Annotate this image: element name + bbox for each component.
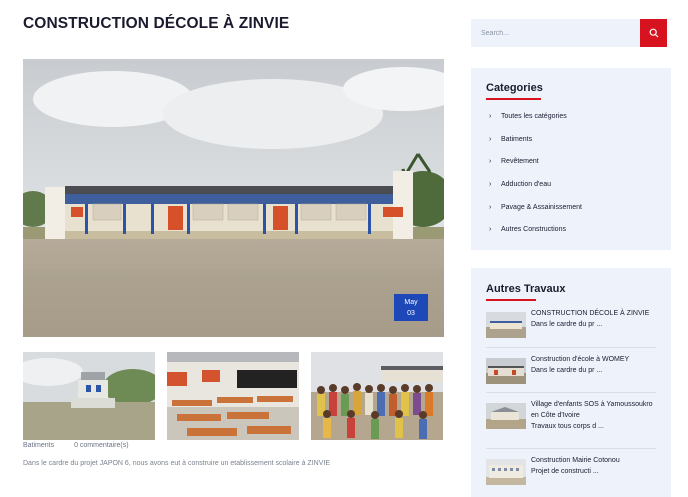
- school-thumb-image: [486, 312, 526, 338]
- other-work-title: CONSTRUCTION DÉCOLE À ZINVIE: [531, 310, 650, 317]
- post-excerpt: Dans le cardre du projet JAPON 6, nous a…: [23, 460, 330, 467]
- other-work-thumb: [486, 358, 526, 384]
- category-label: Autres Constructions: [501, 226, 566, 233]
- category-label: Adduction d'eau: [501, 181, 551, 188]
- other-work-item[interactable]: Construction d'école à WOMEY Dans le car…: [486, 354, 656, 392]
- separator: [486, 392, 656, 393]
- other-work-item[interactable]: Village d'enfants SOS à Yamoussoukro en …: [486, 399, 656, 437]
- chevron-right-icon: ›: [489, 226, 492, 233]
- category-label: Toutes les catégories: [501, 113, 567, 120]
- other-works-underline: [486, 299, 536, 301]
- chevron-right-icon: ›: [489, 181, 492, 188]
- hero-image[interactable]: May 03: [23, 59, 444, 337]
- other-work-snippet: Travaux tous corps d ...: [531, 423, 604, 430]
- date-badge: May 03: [394, 294, 428, 321]
- category-label: Pavage & Assainissement: [501, 204, 582, 211]
- gallery-thumbnails: [23, 352, 444, 440]
- page: CONSTRUCTION DÉCOLE À ZINVIE May 03 Bati…: [0, 0, 688, 497]
- other-work-text: CONSTRUCTION DÉCOLE À ZINVIE Dans le car…: [531, 308, 661, 330]
- separator: [486, 448, 656, 449]
- other-work-thumb: [486, 459, 526, 485]
- category-item-autres[interactable]: › Autres Constructions: [489, 226, 566, 233]
- other-work-item[interactable]: Construction Mairie Cotonou Projet de co…: [486, 455, 656, 493]
- gallery-thumb-2[interactable]: [167, 352, 299, 440]
- search-icon: [649, 28, 658, 38]
- other-work-snippet: Projet de constructi ...: [531, 468, 599, 475]
- other-work-thumb: [486, 312, 526, 338]
- other-work-item[interactable]: CONSTRUCTION DÉCOLE À ZINVIE Dans le car…: [486, 308, 656, 346]
- school-building-photo: [23, 59, 444, 337]
- categories-title: Categories: [486, 82, 543, 94]
- category-item-pavage[interactable]: › Pavage & Assainissement: [489, 204, 582, 211]
- post-meta: Batiments 0 commentaire(s): [23, 442, 147, 449]
- gallery-thumb-3[interactable]: [311, 352, 443, 440]
- categories-underline: [486, 98, 541, 100]
- other-work-snippet: Dans le cardre du pr ...: [531, 367, 603, 374]
- separator: [486, 347, 656, 348]
- chevron-right-icon: ›: [489, 158, 492, 165]
- category-item-revetement[interactable]: › Revêtement: [489, 158, 539, 165]
- chevron-right-icon: ›: [489, 113, 492, 120]
- gallery-thumb-1[interactable]: [23, 352, 155, 440]
- search-input[interactable]: [471, 19, 640, 47]
- town-hall-thumb-image: [486, 459, 526, 485]
- other-works-panel: Autres Travaux CONSTRUCTION DÉCOLE À ZIN…: [471, 268, 671, 497]
- category-item-all[interactable]: › Toutes les catégories: [489, 113, 567, 120]
- categories-panel: Categories › Toutes les catégories › Bat…: [471, 68, 671, 250]
- post-comments-link[interactable]: 0 commentaire(s): [74, 442, 128, 449]
- water-tower-photo: [23, 352, 155, 440]
- category-label: Batiments: [501, 136, 533, 143]
- other-work-title: Village d'enfants SOS à Yamoussoukro en …: [531, 401, 653, 419]
- category-item-adduction[interactable]: › Adduction d'eau: [489, 181, 551, 188]
- category-item-batiments[interactable]: › Batiments: [489, 136, 532, 143]
- other-work-text: Village d'enfants SOS à Yamoussoukro en …: [531, 399, 661, 432]
- other-work-thumb: [486, 403, 526, 429]
- crowd-photo: [311, 352, 443, 440]
- school-thumb-image: [486, 358, 526, 384]
- other-work-text: Construction Mairie Cotonou Projet de co…: [531, 455, 661, 477]
- chevron-right-icon: ›: [489, 136, 492, 143]
- other-work-title: Construction d'école à WOMEY: [531, 356, 630, 363]
- other-work-title: Construction Mairie Cotonou: [531, 457, 620, 464]
- village-thumb-image: [486, 403, 526, 429]
- classroom-photo: [167, 352, 299, 440]
- chevron-right-icon: ›: [489, 204, 492, 211]
- other-work-snippet: Dans le cardre du pr ...: [531, 321, 603, 328]
- search-box: [471, 19, 667, 47]
- search-button[interactable]: [640, 19, 667, 47]
- post-title: CONSTRUCTION DÉCOLE À ZINVIE: [23, 15, 290, 32]
- other-work-text: Construction d'école à WOMEY Dans le car…: [531, 354, 661, 376]
- post-category-link[interactable]: Batiments: [23, 442, 54, 449]
- date-month: May: [404, 299, 418, 306]
- date-day: 03: [407, 310, 415, 317]
- other-works-title: Autres Travaux: [486, 283, 566, 295]
- category-label: Revêtement: [501, 158, 539, 165]
